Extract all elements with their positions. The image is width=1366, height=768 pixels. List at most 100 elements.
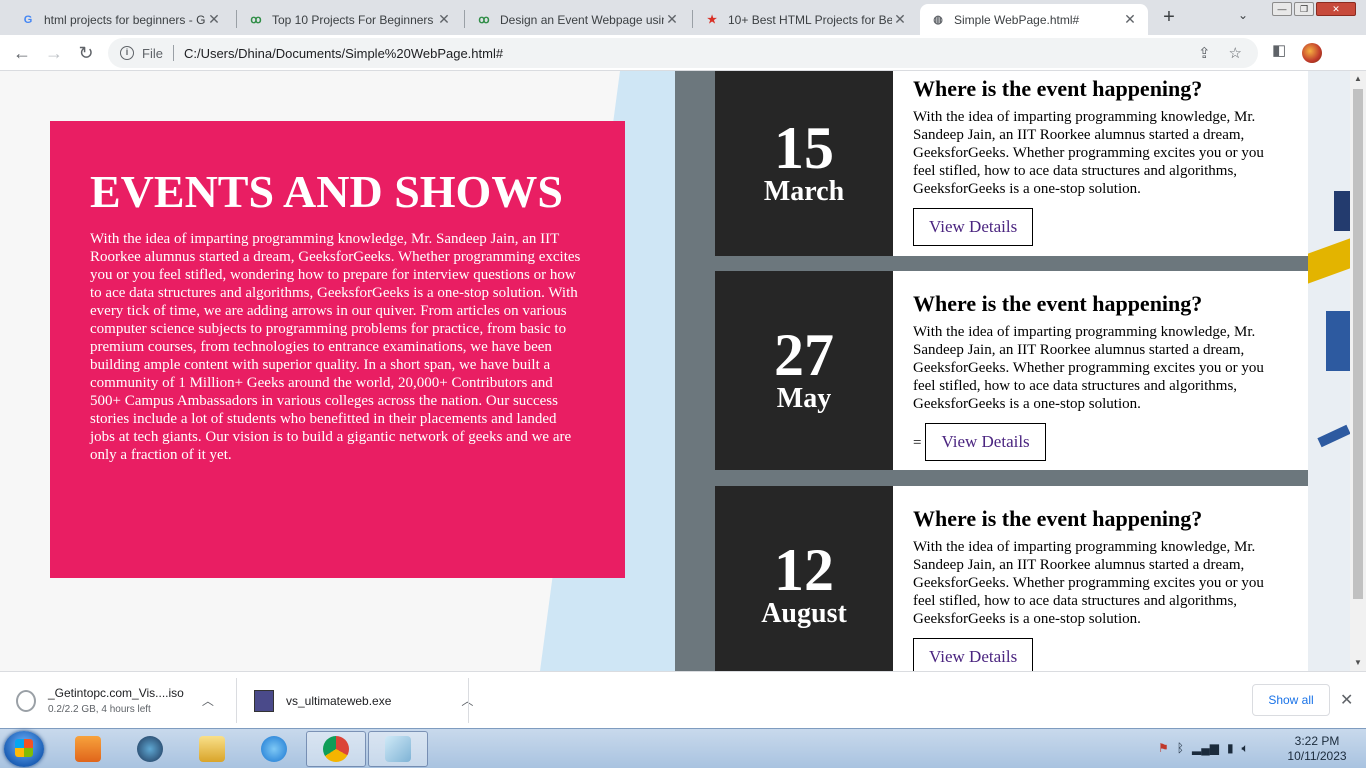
download-item[interactable]: vs_ultimateweb.exe ︿ [254,678,473,723]
tab-close-icon[interactable]: ✕ [436,11,452,28]
omnibox-actions: ⇪ ☆ [1198,38,1242,68]
view-details-button[interactable]: View Details [925,423,1046,461]
event-date: 27 May [715,271,893,470]
download-divider [236,678,237,723]
taskbar-ie[interactable] [244,731,304,767]
taskbar-media-player[interactable] [58,731,118,767]
view-details-button[interactable]: View Details [913,638,1034,671]
media-player-icon [75,736,101,762]
flag-icon[interactable]: ⚑ [1158,741,1169,756]
download-progress-icon [16,689,36,712]
hero-body: With the idea of imparting programming k… [90,231,581,463]
installer-icon [254,689,274,712]
start-button[interactable] [4,731,44,767]
page-scrollbar[interactable]: ▲ ▼ [1350,71,1366,671]
tab-divider [464,10,465,28]
tab-close-icon[interactable]: ✕ [892,11,908,28]
download-name: vs_ultimateweb.exe [286,693,392,708]
windows-logo-icon [15,739,33,757]
address-bar[interactable]: i File C:/Users/Dhina/Documents/Simple%2… [108,38,1258,68]
tab-search-chevron-icon[interactable]: ⌄ [1238,8,1248,22]
event-text: With the idea of imparting programming k… [913,109,1264,197]
taskbar-chrome[interactable] [306,731,366,767]
battery-icon[interactable]: ▮ [1227,741,1234,756]
star-icon: ★ [707,14,717,26]
share-icon[interactable]: ⇪ [1198,44,1211,62]
event-body: Where is the event happening? With the i… [893,271,1308,470]
event-body: Where is the event happening? With the i… [893,486,1308,671]
tab-close-icon[interactable]: ✕ [206,11,222,28]
tab-1[interactable]: ꝏ Top 10 Projects For Beginners T ✕ [238,4,462,35]
event-date: 12 August [715,486,893,671]
tab-strip: G html projects for beginners - G ✕ ꝏ To… [0,0,1366,35]
stray-text: = [913,435,922,451]
tab-divider [692,10,693,28]
download-bar: _Getintopc.com_Vis....iso 0.2/2.2 GB, 4 … [0,671,1366,728]
tab-3[interactable]: ★ 10+ Best HTML Projects for Be ✕ [694,4,918,35]
event-heading: Where is the event happening? [913,76,1203,101]
event-month: March [763,175,845,207]
download-divider [468,678,469,723]
close-icon[interactable]: ✕ [1340,690,1353,710]
tab-close-icon[interactable]: ✕ [1122,11,1138,28]
event-text: With the idea of imparting programming k… [913,324,1264,412]
event-card: 27 May Where is the event happening? Wit… [715,271,1308,470]
clock-time: 3:22 PM [1294,734,1340,748]
show-all-button[interactable]: Show all [1252,684,1330,716]
event-date: 15 March [715,71,893,256]
event-card: 12 August Where is the event happening? … [715,486,1308,671]
signal-icon[interactable]: ▂▄▆ [1192,741,1219,756]
tab-title: html projects for beginners - G [44,12,206,27]
app-icon [137,736,163,762]
window-controls: — ❐ ✕ [1272,2,1356,18]
download-item[interactable]: _Getintopc.com_Vis....iso 0.2/2.2 GB, 4 … [16,678,214,723]
taskbar-notepad[interactable] [368,731,428,767]
scroll-thumb[interactable] [1353,89,1363,599]
info-icon[interactable]: i [120,46,134,60]
download-name: _Getintopc.com_Vis....iso [48,686,184,700]
new-tab-button[interactable]: + [1158,6,1180,28]
tab-0[interactable]: G html projects for beginners - G ✕ [10,4,232,35]
tab-4-active[interactable]: ◍ Simple WebPage.html# ✕ [920,4,1148,35]
scroll-up-icon[interactable]: ▲ [1350,71,1366,87]
taskbar-explorer[interactable] [182,731,242,767]
gfg-icon: ꝏ [250,14,262,26]
tab-title: Design an Event Webpage usin [500,12,664,27]
url-text[interactable]: C:/Users/Dhina/Documents/Simple%20WebPag… [184,46,503,61]
system-clock[interactable]: 3:22 PM 10/11/2023 [1282,734,1352,764]
internet-explorer-icon [261,736,287,762]
folder-icon [199,736,225,762]
view-details-button[interactable]: View Details [913,208,1034,246]
clock-date: 10/11/2023 [1287,749,1347,763]
tab-2[interactable]: ꝏ Design an Event Webpage usin ✕ [466,4,690,35]
bluetooth-icon[interactable]: ᛒ [1177,741,1184,756]
chevron-up-icon[interactable]: ︿ [202,692,214,709]
event-day: 27 [774,321,834,388]
event-day: 15 [774,114,834,181]
minimize-icon[interactable]: — [1272,2,1292,16]
event-month: May [776,382,832,414]
side-panel-icon[interactable]: ◧ [1272,41,1286,59]
event-card: 15 March Where is the event happening? W… [715,71,1308,256]
system-tray: ⚑ ᛒ ▂▄▆ ▮ 🔈︎ [1158,741,1249,756]
forward-arrow-icon[interactable]: → [42,41,66,65]
google-icon: G [23,13,33,26]
event-body: Where is the event happening? With the i… [893,71,1308,256]
notepad-icon [385,736,411,762]
back-arrow-icon[interactable]: ← [10,41,34,65]
reload-icon[interactable]: ↻ [74,41,98,65]
profile-avatar[interactable] [1302,43,1322,63]
taskbar-app[interactable] [120,731,180,767]
hero-title: EVENTS AND SHOWS [90,166,563,217]
event-month: August [761,597,847,629]
restore-icon[interactable]: ❐ [1294,2,1314,16]
illustration-decoration [1308,71,1350,671]
volume-icon[interactable]: 🔈︎ [1242,741,1249,756]
window-close-icon[interactable]: ✕ [1316,2,1356,16]
bookmark-star-icon[interactable]: ☆ [1229,44,1242,62]
scroll-down-icon[interactable]: ▼ [1350,655,1366,671]
tab-title: Top 10 Projects For Beginners T [272,12,436,27]
gfg-icon: ꝏ [478,14,490,26]
tab-close-icon[interactable]: ✕ [664,11,680,28]
windows-taskbar: ⚑ ᛒ ▂▄▆ ▮ 🔈︎ 3:22 PM 10/11/2023 [0,728,1366,768]
